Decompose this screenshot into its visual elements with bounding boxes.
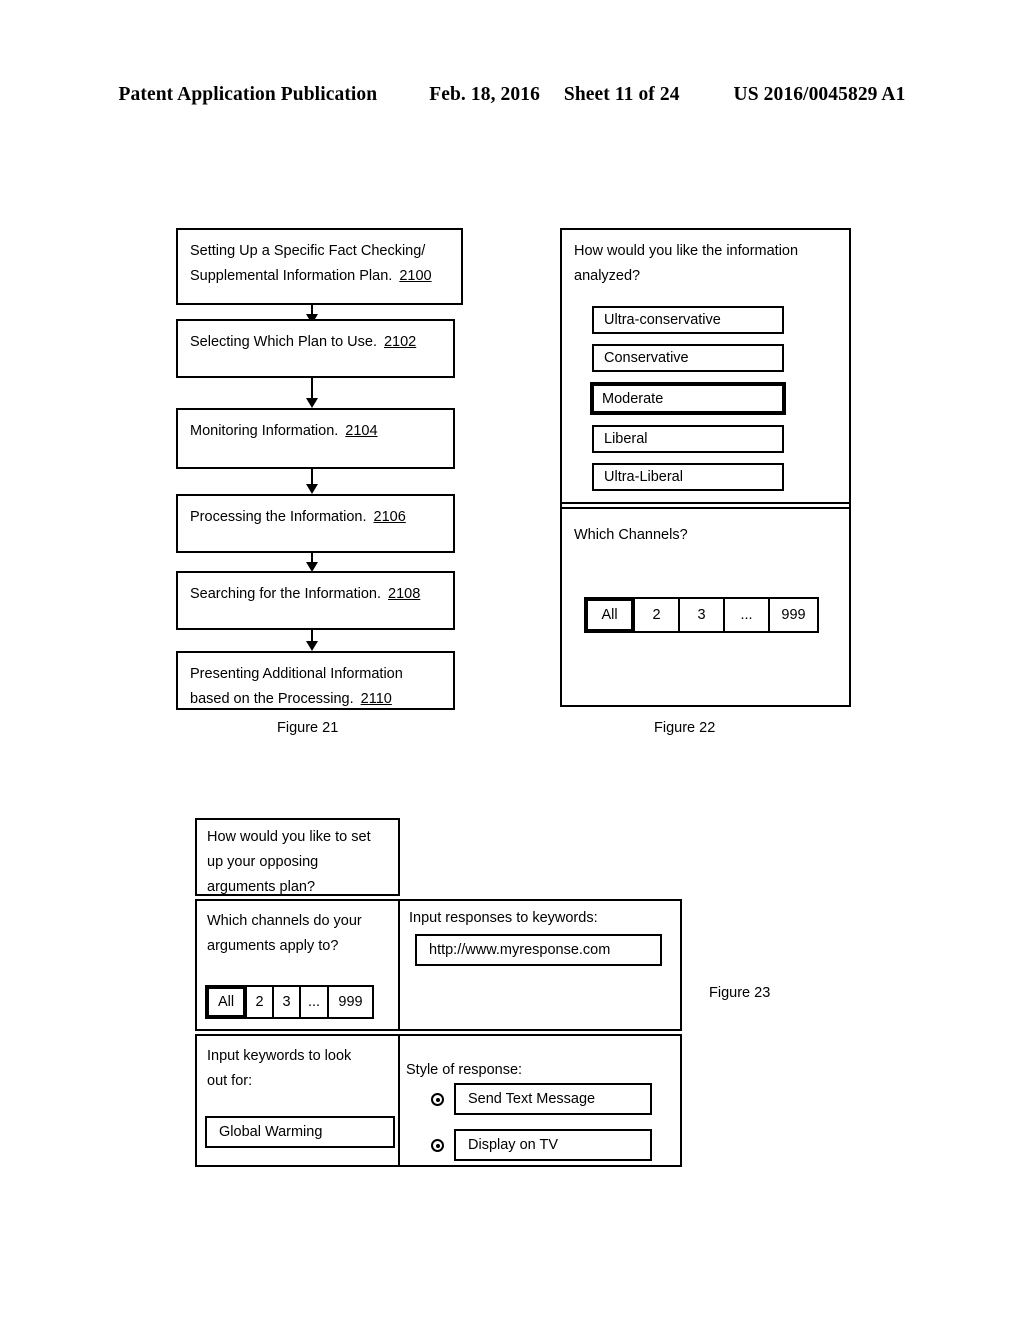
responses-label: Input responses to keywords: xyxy=(409,910,598,926)
arguments-channel-cell-all-label: All xyxy=(217,994,235,1010)
keywords-input-value: Global Warming xyxy=(219,1124,323,1140)
analysis-option-ultra-liberal-label: Ultra-Liberal xyxy=(604,469,683,485)
analysis-question: How would you like the information analy… xyxy=(574,239,798,289)
arguments-channel-cell-999-label: 999 xyxy=(338,994,363,1010)
keywords-label-line2: out for: xyxy=(207,1073,253,1089)
flow-arrow-5 xyxy=(306,630,318,651)
channel-selector[interactable]: All 2 3 ... 999 xyxy=(584,597,819,633)
figure-23-row-3-column-divider xyxy=(398,1036,400,1165)
analysis-option-ultra-conservative-label: Ultra-conservative xyxy=(604,312,721,328)
style-option-send-text-message-label: Send Text Message xyxy=(468,1091,596,1107)
analysis-option-conservative-label: Conservative xyxy=(604,350,689,366)
channel-cell-all-label: All xyxy=(601,607,618,623)
flow-step-2110-line2: based on the Processing. xyxy=(190,691,354,707)
arguments-channels-question-line1: Which channels do your xyxy=(207,913,362,929)
analysis-question-line2: analyzed? xyxy=(574,268,641,284)
header-sheet-number: Sheet 11 of 24 xyxy=(563,84,680,105)
arguments-channel-cell-3[interactable]: 3 xyxy=(274,985,301,1019)
header-publication-title: Patent Application Publication xyxy=(118,84,378,105)
analysis-option-moderate-label: Moderate xyxy=(602,390,664,407)
analysis-option-conservative[interactable]: Conservative xyxy=(592,344,784,372)
analysis-question-line1: How would you like the information xyxy=(574,243,799,259)
flow-step-2104-label: Monitoring Information. xyxy=(190,423,339,439)
radio-icon-send-text-message[interactable] xyxy=(431,1093,444,1106)
flow-step-2100: Setting Up a Specific Fact Checking/ Sup… xyxy=(176,228,463,305)
opposing-arguments-title-box: How would you like to set up your opposi… xyxy=(195,818,400,896)
channel-cell-999-label: 999 xyxy=(781,607,806,623)
page-header: Patent Application Publication Feb. 18, … xyxy=(0,84,1024,106)
flow-step-2106: Processing the Information. 2106 xyxy=(176,494,455,553)
style-option-display-on-tv[interactable]: Display on TV xyxy=(454,1129,652,1161)
analysis-option-ultra-liberal[interactable]: Ultra-Liberal xyxy=(592,463,784,491)
figure-23-row-2: Which channels do your arguments apply t… xyxy=(195,899,682,1031)
flow-arrow-3 xyxy=(306,469,318,494)
style-option-send-text-message[interactable]: Send Text Message xyxy=(454,1083,652,1115)
responses-input[interactable]: http://www.myresponse.com xyxy=(415,934,662,966)
style-of-response-label: Style of response: xyxy=(406,1062,523,1078)
arguments-channel-cell-3-label: 3 xyxy=(282,994,291,1010)
figure-22-panel: How would you like the information analy… xyxy=(560,228,851,707)
header-patent-number: US 2016/0045829 A1 xyxy=(733,84,906,105)
channel-cell-999[interactable]: 999 xyxy=(770,597,819,633)
flow-step-2106-label: Processing the Information. xyxy=(190,509,367,525)
flow-step-2100-ref: 2100 xyxy=(399,268,432,284)
flow-step-2104-ref: 2104 xyxy=(345,423,378,439)
flow-step-2108-label: Searching for the Information. xyxy=(190,586,382,602)
flow-step-2110-line1: Presenting Additional Information xyxy=(190,666,403,682)
header-date: Feb. 18, 2016 xyxy=(429,84,540,105)
flow-step-2102-ref: 2102 xyxy=(383,334,417,350)
opposing-arguments-title-line1: How would you like to set xyxy=(207,829,371,845)
analysis-option-ultra-conservative[interactable]: Ultra-conservative xyxy=(592,306,784,334)
radio-icon-display-on-tv[interactable] xyxy=(431,1139,444,1152)
channel-cell-3[interactable]: 3 xyxy=(680,597,725,633)
arguments-channel-cell-999[interactable]: 999 xyxy=(329,985,374,1019)
analysis-option-moderate[interactable]: Moderate xyxy=(590,382,786,415)
arguments-channels-question-line2: arguments apply to? xyxy=(207,938,339,954)
opposing-arguments-title: How would you like to set up your opposi… xyxy=(207,825,371,900)
flow-step-2104: Monitoring Information. 2104 xyxy=(176,408,455,469)
flow-step-2100-line2: Supplemental Information Plan. xyxy=(190,268,393,284)
opposing-arguments-title-line2: up your opposing xyxy=(207,854,319,870)
style-option-display-on-tv-label: Display on TV xyxy=(468,1137,558,1153)
flow-arrow-2 xyxy=(306,378,318,408)
figure-23-row-2-column-divider xyxy=(398,901,400,1029)
channels-question: Which Channels? xyxy=(574,527,688,543)
channel-cell-3-label: 3 xyxy=(697,607,706,623)
keywords-label-line1: Input keywords to look xyxy=(207,1048,352,1064)
channel-cell-2-label: 2 xyxy=(652,607,661,623)
flow-step-2106-ref: 2106 xyxy=(373,509,406,525)
channel-cell-2[interactable]: 2 xyxy=(635,597,680,633)
arguments-channel-cell-ellipsis[interactable]: ... xyxy=(301,985,329,1019)
channel-cell-all[interactable]: All xyxy=(584,597,635,633)
flow-step-2108: Searching for the Information. 2108 xyxy=(176,571,455,630)
arguments-channel-cell-all[interactable]: All xyxy=(205,985,247,1019)
flow-step-2100-line1: Setting Up a Specific Fact Checking/ xyxy=(190,243,426,259)
flow-step-2108-ref: 2108 xyxy=(388,586,421,602)
figure-23-row-3: Input keywords to look out for: Global W… xyxy=(195,1034,682,1167)
channel-cell-ellipsis-label: ... xyxy=(740,607,753,623)
keywords-label: Input keywords to look out for: xyxy=(207,1044,351,1094)
keywords-input[interactable]: Global Warming xyxy=(205,1116,395,1148)
figure-23-caption: Figure 23 xyxy=(709,985,771,1001)
flow-arrow-4 xyxy=(306,553,318,572)
opposing-arguments-title-line3: arguments plan? xyxy=(207,879,316,895)
arguments-channels-question: Which channels do your arguments apply t… xyxy=(207,909,362,959)
arguments-channel-cell-ellipsis-label: ... xyxy=(307,994,321,1010)
analysis-option-liberal[interactable]: Liberal xyxy=(592,425,784,453)
channel-cell-ellipsis[interactable]: ... xyxy=(725,597,770,633)
responses-input-value: http://www.myresponse.com xyxy=(429,942,611,958)
flow-step-2110-ref: 2110 xyxy=(360,691,392,707)
flow-step-2102-label: Selecting Which Plan to Use. xyxy=(190,334,377,350)
figure-21-caption: Figure 21 xyxy=(277,720,339,736)
analysis-option-liberal-label: Liberal xyxy=(604,431,648,447)
arguments-channel-cell-2-label: 2 xyxy=(255,994,264,1010)
flow-arrow-1 xyxy=(306,305,318,324)
flow-step-2110: Presenting Additional Information based … xyxy=(176,651,455,710)
figure-22-section-divider xyxy=(562,502,849,509)
arguments-channel-selector[interactable]: All 2 3 ... 999 xyxy=(205,985,374,1019)
arguments-channel-cell-2[interactable]: 2 xyxy=(247,985,274,1019)
figure-22-caption: Figure 22 xyxy=(654,720,716,736)
flow-step-2102: Selecting Which Plan to Use. 2102 xyxy=(176,319,455,378)
